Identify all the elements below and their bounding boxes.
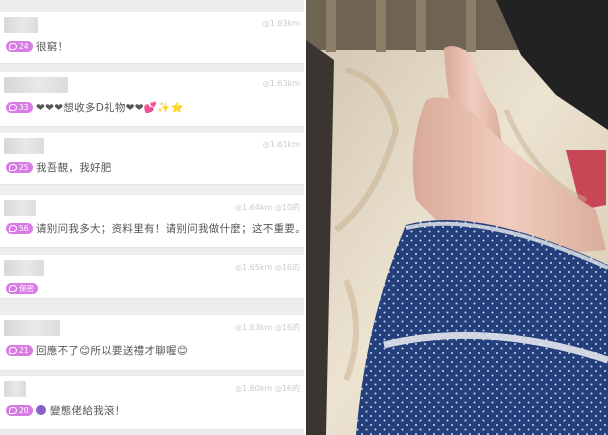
avatar[interactable] <box>4 320 60 336</box>
list-item[interactable]: ◎1.64km ◎10的 56 请别问我多大；资料里有！请别问我做什麼；这不重要… <box>0 195 304 248</box>
chat-bubble-icon <box>9 285 17 292</box>
status-message: 很窮！ <box>36 41 69 53</box>
avatar[interactable] <box>4 138 44 154</box>
message-count-badge: 25 <box>6 162 33 173</box>
distance-label: ◎1.63km ◎16的 <box>235 323 300 332</box>
list-item[interactable]: ◎1.61km 25 我吾靚，我好肥 <box>0 133 304 185</box>
avatar[interactable] <box>4 17 38 33</box>
distance-label: ◎1.63km <box>262 19 300 28</box>
status-message: 我吾靚，我好肥 <box>36 162 112 174</box>
avatar[interactable] <box>4 260 44 276</box>
status-message: 请别问我多大；资料里有！请别问我做什麼；这不重要。 <box>36 223 300 235</box>
chat-bubble-icon <box>9 104 17 111</box>
list-item[interactable]: ◎1.63km 24 很窮！ <box>0 12 304 64</box>
list-item[interactable]: ◎1.60km ◎16的 20 變態佬給我滾！ <box>0 376 304 430</box>
distance-label: ◎1.60km ◎16的 <box>235 384 300 393</box>
list-item[interactable]: ◎1.63km 33 ❤❤❤想收多D礼物❤❤💕✨⭐ <box>0 72 304 127</box>
distance-label: ◎1.61km <box>262 140 300 149</box>
purple-circle-icon <box>36 405 46 415</box>
message-count-badge: 24 <box>6 41 33 52</box>
photo-illustration <box>306 0 608 435</box>
legs-on-bed-photo <box>306 0 608 435</box>
chat-bubble-icon <box>9 407 17 414</box>
distance-label: ◎1.65km ◎16的 <box>235 263 300 272</box>
message-count-badge: 20 <box>6 405 33 416</box>
distance-label: ◎1.64km ◎10的 <box>235 203 300 212</box>
avatar[interactable] <box>4 77 68 93</box>
status-message: 回應不了😊所以要送禮才聊喔😊 <box>36 345 189 357</box>
status-message: ❤❤❤想收多D礼物❤❤💕✨⭐ <box>36 102 184 114</box>
chat-bubble-icon <box>9 225 17 232</box>
distance-label: ◎1.63km <box>262 79 300 88</box>
list-item[interactable]: ◎1.63km ◎16的 21 回應不了😊所以要送禮才聊喔😊 <box>0 315 304 371</box>
chat-feed: ◎1.63km 24 很窮！ ◎1.63km 33 ❤❤❤想收多D礼物❤❤💕✨⭐… <box>0 0 304 435</box>
message-count-badge: 21 <box>6 345 33 356</box>
status-message: 變態佬給我滾！ <box>50 405 126 417</box>
chat-bubble-icon <box>9 43 17 50</box>
message-count-badge: 56 <box>6 223 33 234</box>
avatar[interactable] <box>4 381 26 397</box>
message-count-badge: 33 <box>6 102 33 113</box>
chat-bubble-icon <box>9 164 17 171</box>
list-item[interactable]: ◎1.65km ◎16的 保密 <box>0 255 304 299</box>
gender-badge: 保密 <box>6 283 38 294</box>
avatar[interactable] <box>4 200 36 216</box>
chat-bubble-icon <box>9 347 17 354</box>
